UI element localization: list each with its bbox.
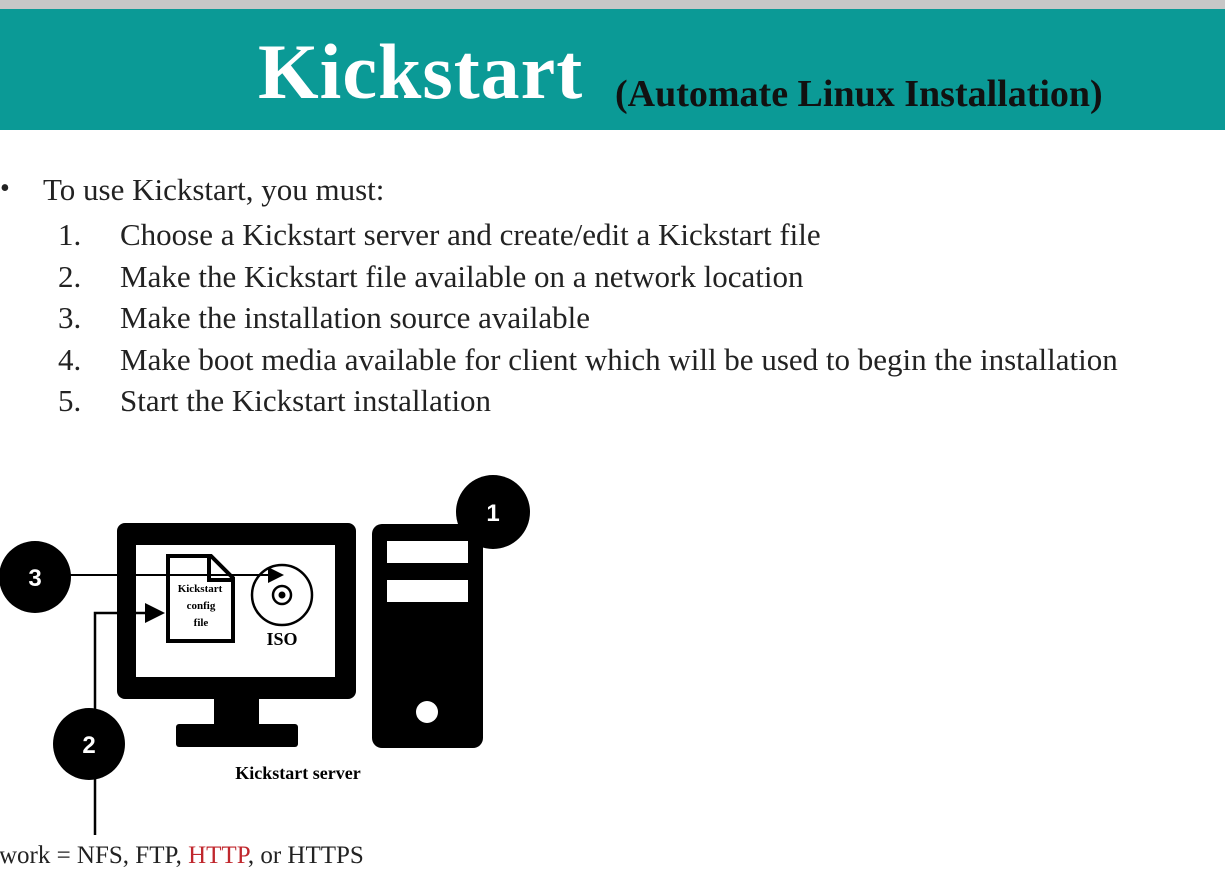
file-label-line1: Kickstart xyxy=(178,583,223,595)
bullet-icon: • xyxy=(0,173,10,204)
list-item: 1. Choose a Kickstart server and create/e… xyxy=(58,217,821,252)
list-item: 2. Make the Kickstart file available on a… xyxy=(58,258,804,294)
network-prefix: twork = NFS, FTP, xyxy=(0,842,189,869)
intro-text: To use Kickstart, you must: xyxy=(43,172,385,207)
marker-3: 3 xyxy=(0,541,71,613)
kickstart-diagram: Kickstart config file ISO 1 3 2 Kickstar… xyxy=(0,475,530,835)
steps-list: 1. Choose a Kickstart server and create/e… xyxy=(58,214,1118,422)
svg-text:1: 1 xyxy=(486,500,499,527)
slide-subtitle: (Automate Linux Installation) xyxy=(615,73,1103,115)
http-highlight: HTTP xyxy=(188,842,248,869)
iso-label: ISO xyxy=(266,629,297,649)
network-suffix: , or HTTPS xyxy=(247,842,364,869)
tower-icon xyxy=(372,524,483,748)
svg-text:2: 2 xyxy=(82,732,95,759)
network-protocols: twork = NFS, FTP, HTTP, or HTTPS xyxy=(0,843,364,868)
svg-text:3: 3 xyxy=(28,565,41,592)
slide-title: Kickstart xyxy=(258,28,584,115)
file-label-line2: config xyxy=(187,600,216,612)
list-item: 4. Make boot media available for client w… xyxy=(58,341,1118,377)
top-edge-bar xyxy=(0,0,1225,9)
list-item: 3. Make the installation source available xyxy=(58,300,590,335)
file-label-line3: file xyxy=(194,617,209,629)
monitor-icon xyxy=(117,523,356,747)
marker-2: 2 xyxy=(53,708,125,780)
server-label: Kickstart server xyxy=(235,763,360,783)
list-item: 5. Start the Kickstart installation xyxy=(58,383,492,418)
marker-1: 1 xyxy=(456,475,530,549)
slide-header: Kickstart (Automate Linux Installation) xyxy=(0,9,1225,130)
